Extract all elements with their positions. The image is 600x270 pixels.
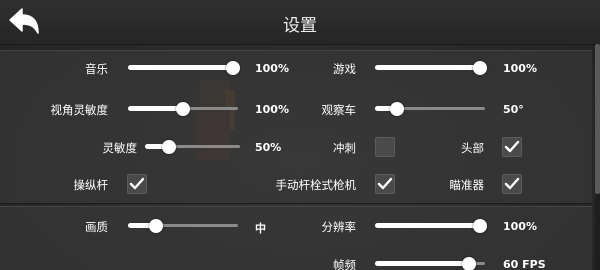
slider-knob[interactable] xyxy=(473,61,487,75)
head-checkbox[interactable] xyxy=(502,137,522,157)
game-label: 游戏 xyxy=(333,62,356,76)
scrollbar-thumb[interactable] xyxy=(595,44,600,194)
music-slider[interactable] xyxy=(128,61,240,75)
quality-slider[interactable] xyxy=(128,219,238,233)
resolution-slider[interactable] xyxy=(375,219,487,233)
sprint-checkbox[interactable] xyxy=(375,137,395,157)
crosshair-label: 瞄准器 xyxy=(449,178,485,192)
view-sensitivity-value: 100% xyxy=(255,103,289,116)
quality-value: 中 xyxy=(255,222,266,235)
sensitivity-value: 50% xyxy=(255,141,282,154)
spectator-slider[interactable] xyxy=(375,102,485,116)
slider-knob[interactable] xyxy=(148,219,163,233)
slider-knob[interactable] xyxy=(473,219,487,233)
checkmark-icon xyxy=(129,177,145,190)
sprint-label: 冲刺 xyxy=(333,141,356,155)
bolt-action-checkbox[interactable] xyxy=(375,174,395,194)
spectator-label: 观察车 xyxy=(321,103,357,117)
slider-knob[interactable] xyxy=(226,61,240,75)
resolution-value: 100% xyxy=(503,220,537,233)
page-title: 设置 xyxy=(283,16,317,36)
title-bar: 设置 xyxy=(0,0,600,45)
framerate-value: 60 FPS xyxy=(503,258,546,270)
view-sensitivity-label: 视角灵敏度 xyxy=(50,103,109,117)
slider-knob[interactable] xyxy=(390,102,404,116)
slider-knob[interactable] xyxy=(161,140,176,154)
sensitivity-slider[interactable] xyxy=(145,140,240,154)
checkmark-icon xyxy=(504,140,520,153)
slider-knob[interactable] xyxy=(462,257,477,270)
sensitivity-label: 灵敏度 xyxy=(102,141,138,155)
framerate-slider[interactable] xyxy=(375,257,485,270)
spectator-value: 50° xyxy=(503,103,524,116)
game-value: 100% xyxy=(503,62,537,75)
checkmark-icon xyxy=(377,177,393,190)
slider-knob[interactable] xyxy=(176,102,190,116)
quality-label: 画质 xyxy=(85,220,108,234)
view-sensitivity-slider[interactable] xyxy=(128,102,238,116)
music-value: 100% xyxy=(255,62,289,75)
joystick-label: 操纵杆 xyxy=(73,178,109,192)
framerate-label: 帧频 xyxy=(333,258,356,270)
checkmark-icon xyxy=(504,177,520,190)
scrollbar[interactable] xyxy=(595,44,600,270)
crosshair-checkbox[interactable] xyxy=(502,174,522,194)
music-label: 音乐 xyxy=(85,62,108,76)
resolution-label: 分辨率 xyxy=(321,220,357,234)
head-label: 头部 xyxy=(461,141,484,155)
settings-screen: 设置 音乐 100% 游戏 100% 视角灵敏度 100% 观察车 50° 灵敏… xyxy=(0,0,600,270)
bolt-action-label: 手动杆栓式枪机 xyxy=(275,178,357,192)
game-slider[interactable] xyxy=(375,61,487,75)
joystick-checkbox[interactable] xyxy=(127,174,147,194)
